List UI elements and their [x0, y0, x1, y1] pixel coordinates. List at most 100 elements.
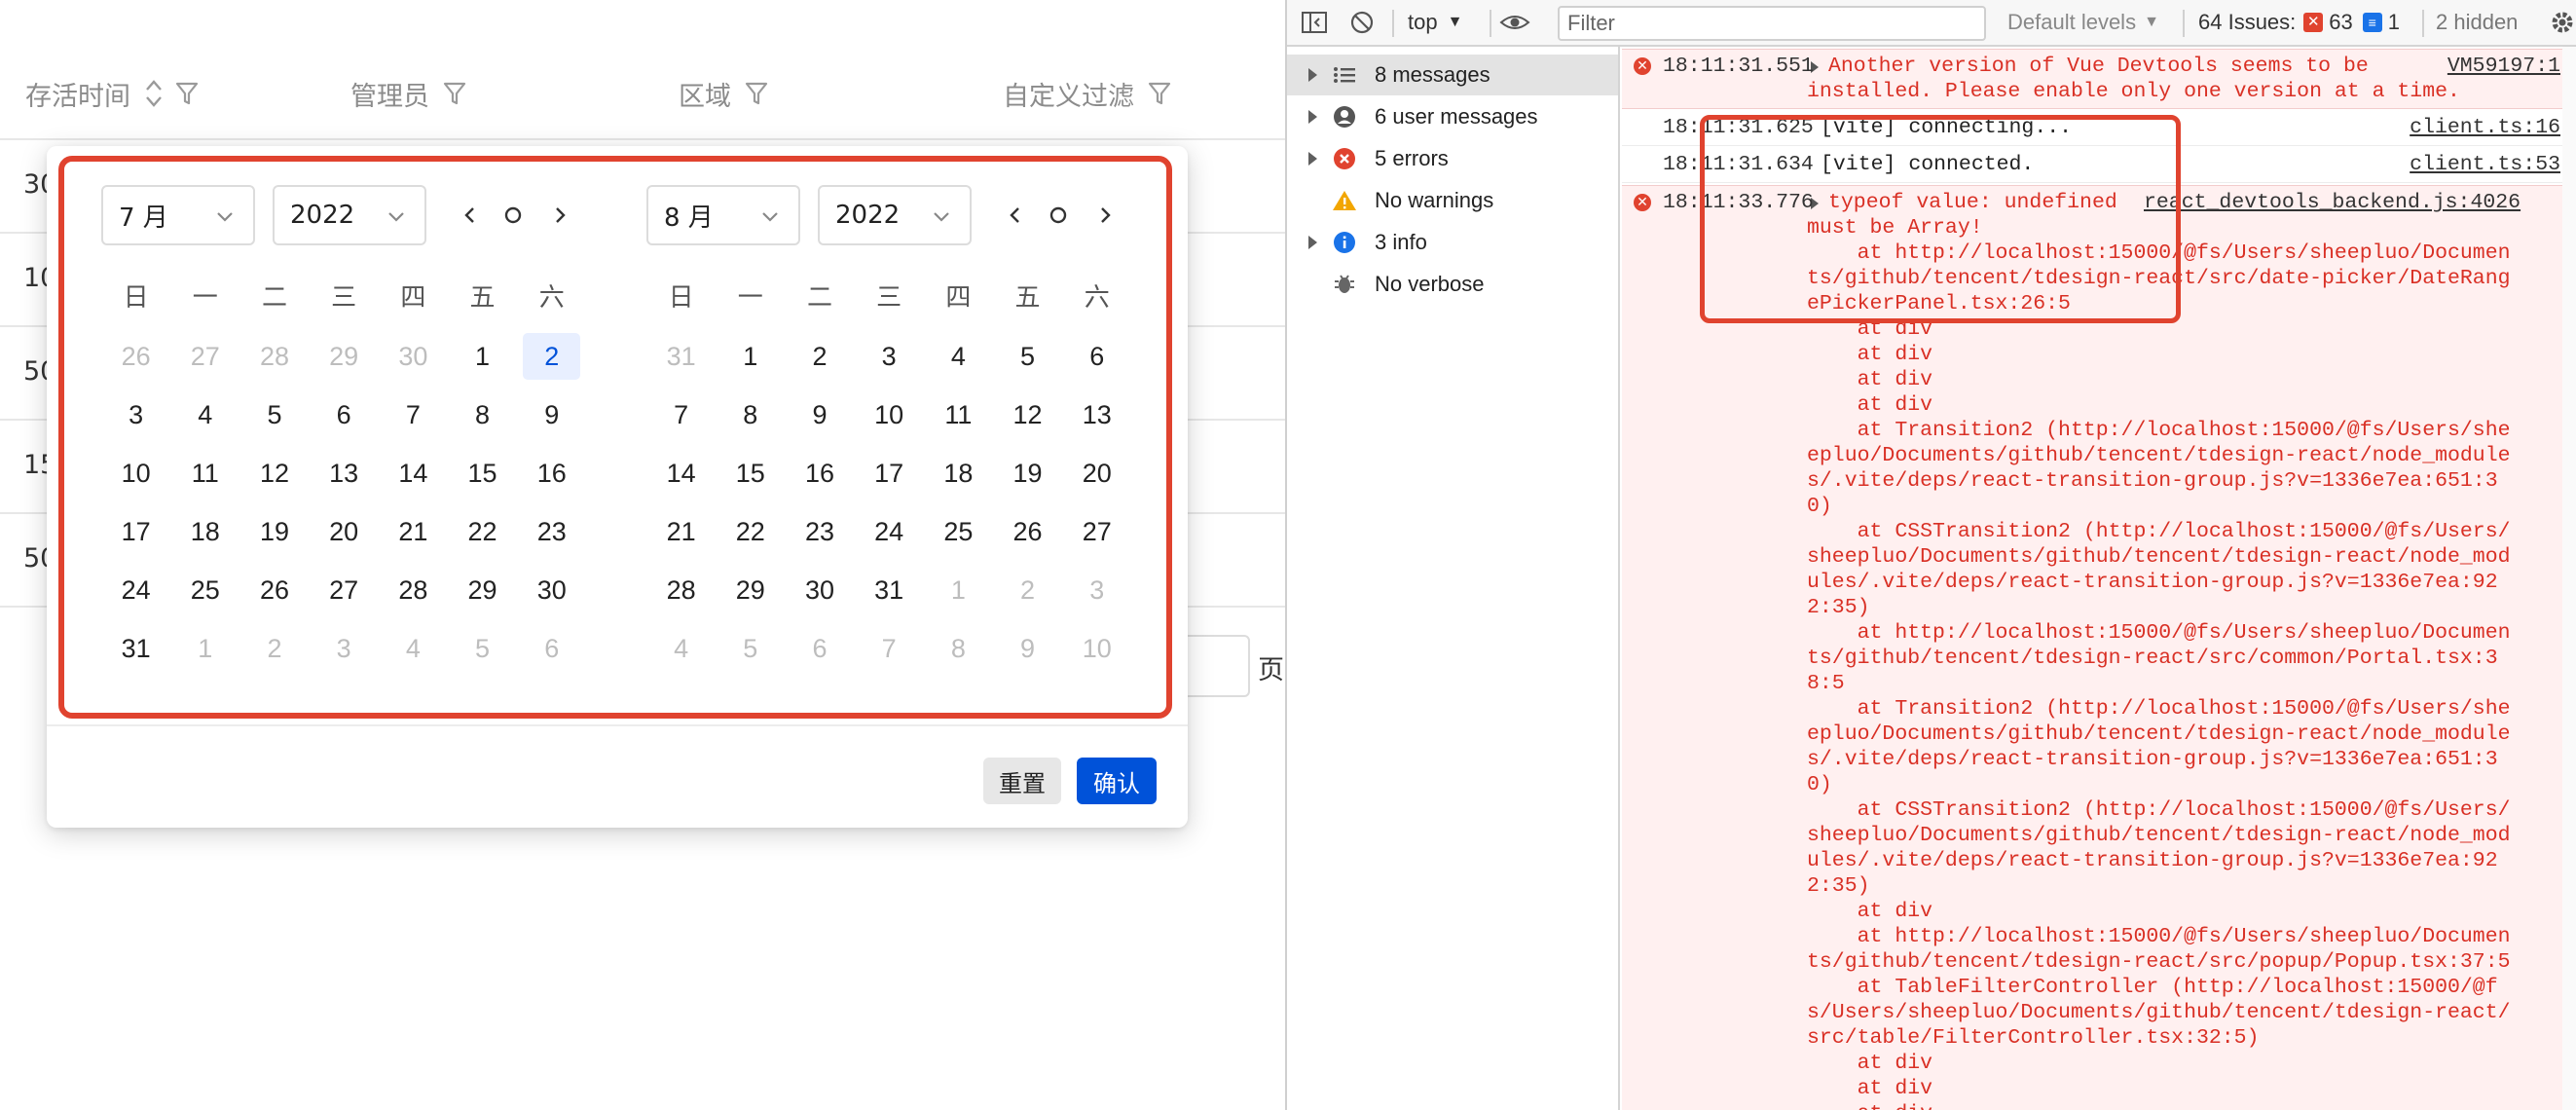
- day-cell[interactable]: 31: [107, 625, 165, 672]
- day-cell[interactable]: 19: [245, 508, 303, 555]
- sidebar-filter-warning[interactable]: No warnings: [1287, 180, 1618, 221]
- sidebar-filter-bug[interactable]: No verbose: [1287, 264, 1618, 305]
- filter-icon[interactable]: [443, 80, 466, 107]
- day-cell[interactable]: 26: [245, 567, 303, 613]
- day-cell[interactable]: 15: [721, 450, 779, 497]
- console-filter-input[interactable]: Filter: [1558, 6, 1986, 41]
- filter-icon[interactable]: [745, 80, 768, 107]
- column-header-custom-filter[interactable]: 自定义过滤: [1003, 74, 1171, 113]
- day-cell[interactable]: 1: [454, 333, 511, 380]
- log-levels-select[interactable]: Default levels ▼: [2007, 0, 2159, 45]
- context-select[interactable]: top ▼: [1408, 0, 1462, 45]
- expand-arrow-icon[interactable]: [1308, 152, 1317, 166]
- day-cell[interactable]: 15: [454, 450, 511, 497]
- day-cell[interactable]: 10: [1068, 625, 1125, 672]
- day-cell[interactable]: 30: [385, 333, 442, 380]
- day-cell[interactable]: 23: [791, 508, 848, 555]
- day-cell[interactable]: 31: [861, 567, 918, 613]
- message-text-line[interactable]: at CSSTransition2 (http://localhost:1500…: [1807, 798, 2511, 822]
- day-cell[interactable]: 25: [930, 508, 987, 555]
- console-error-message[interactable]: ✕ 18:11:33.776 typeof value: undefined must…: [1622, 185, 2576, 1110]
- message-text-line[interactable]: at http://localhost:15000/@fs/Users/shee…: [1807, 241, 2511, 265]
- day-cell[interactable]: 7: [385, 391, 442, 438]
- day-cell[interactable]: 17: [107, 508, 165, 555]
- day-cell[interactable]: 16: [791, 450, 848, 497]
- console-scrollbar[interactable]: [2562, 47, 2576, 1110]
- sidebar-filter-info[interactable]: 3 info: [1287, 222, 1618, 263]
- day-cell[interactable]: 1: [176, 625, 234, 672]
- day-cell[interactable]: 5: [245, 391, 303, 438]
- message-text-line[interactable]: at CSSTransition2 (http://localhost:1500…: [1807, 520, 2511, 543]
- day-cell[interactable]: 8: [930, 625, 987, 672]
- day-cell[interactable]: 21: [385, 508, 442, 555]
- day-cell[interactable]: 9: [999, 625, 1056, 672]
- day-cell[interactable]: 18: [930, 450, 987, 497]
- day-cell[interactable]: 1: [930, 567, 987, 613]
- day-cell[interactable]: 2: [245, 625, 303, 672]
- day-cell[interactable]: 30: [791, 567, 848, 613]
- day-cell[interactable]: 9: [791, 391, 848, 438]
- day-cell[interactable]: 10: [107, 450, 165, 497]
- reset-button[interactable]: 重置: [983, 758, 1061, 804]
- day-cell[interactable]: 21: [652, 508, 710, 555]
- console-log-message[interactable]: 18:11:31.634 [vite] connected. client.ts:5…: [1622, 148, 2576, 183]
- day-cell[interactable]: 3: [107, 391, 165, 438]
- day-cell[interactable]: 20: [1068, 450, 1125, 497]
- today-button[interactable]: [1044, 199, 1073, 232]
- month-select[interactable]: 8 月: [646, 185, 800, 245]
- day-cell[interactable]: 28: [245, 333, 303, 380]
- day-cell[interactable]: 1: [721, 333, 779, 380]
- day-cell[interactable]: 11: [176, 450, 234, 497]
- day-cell[interactable]: 20: [315, 508, 373, 555]
- day-cell[interactable]: 5: [454, 625, 511, 672]
- day-cell[interactable]: 13: [1068, 391, 1125, 438]
- sort-icon[interactable]: [144, 80, 167, 107]
- day-cell[interactable]: 4: [176, 391, 234, 438]
- year-select[interactable]: 2022: [818, 185, 972, 245]
- source-link[interactable]: client.ts:53: [2410, 153, 2560, 176]
- day-cell-selected[interactable]: 2: [523, 333, 581, 380]
- column-header-admin[interactable]: 管理员: [350, 74, 466, 113]
- day-cell[interactable]: 28: [385, 567, 442, 613]
- day-cell[interactable]: 29: [721, 567, 779, 613]
- day-cell[interactable]: 29: [315, 333, 373, 380]
- day-cell[interactable]: 30: [523, 567, 580, 613]
- message-text-line[interactable]: at http://localhost:15000/@fs/Users/shee…: [1807, 925, 2511, 948]
- day-cell[interactable]: 17: [861, 450, 918, 497]
- day-cell[interactable]: 28: [652, 567, 710, 613]
- day-cell[interactable]: 2: [791, 333, 848, 380]
- day-cell[interactable]: 3: [861, 333, 918, 380]
- day-cell[interactable]: 4: [930, 333, 987, 380]
- day-cell[interactable]: 24: [861, 508, 918, 555]
- day-cell[interactable]: 24: [107, 567, 165, 613]
- prev-month-button[interactable]: [1001, 199, 1030, 232]
- day-cell[interactable]: 31: [652, 333, 710, 380]
- day-cell[interactable]: 16: [523, 450, 580, 497]
- day-cell[interactable]: 29: [454, 567, 511, 613]
- day-cell[interactable]: 14: [385, 450, 442, 497]
- eye-icon[interactable]: [1499, 0, 1530, 45]
- message-text-line[interactable]: at Transition2 (http://localhost:15000/@…: [1807, 419, 2511, 442]
- expand-arrow-icon[interactable]: [1308, 110, 1317, 124]
- day-cell[interactable]: 27: [176, 333, 234, 380]
- expand-arrow-icon[interactable]: [1308, 68, 1317, 82]
- confirm-button[interactable]: 确认: [1077, 758, 1157, 804]
- source-link[interactable]: react_devtools_backend.js:4026: [2144, 191, 2521, 214]
- console-log-message[interactable]: 18:11:31.625 [vite] connecting... client.t…: [1622, 111, 2576, 146]
- message-text-line[interactable]: at TableFilterController (http://localho…: [1807, 976, 2498, 999]
- day-cell[interactable]: 3: [315, 625, 373, 672]
- console-error-message[interactable]: ✕ 18:11:31.551 Another version of Vue Devt…: [1622, 49, 2576, 109]
- day-cell[interactable]: 6: [791, 625, 848, 672]
- day-cell[interactable]: 7: [652, 391, 710, 438]
- day-cell[interactable]: 13: [315, 450, 373, 497]
- day-cell[interactable]: 11: [930, 391, 987, 438]
- next-month-button[interactable]: [1090, 199, 1120, 232]
- day-cell[interactable]: 8: [454, 391, 511, 438]
- day-cell[interactable]: 5: [721, 625, 779, 672]
- expand-arrow-icon[interactable]: [1308, 236, 1317, 249]
- source-link[interactable]: client.ts:16: [2410, 116, 2560, 139]
- day-cell[interactable]: 18: [176, 508, 234, 555]
- day-cell[interactable]: 14: [652, 450, 710, 497]
- day-cell[interactable]: 5: [999, 333, 1056, 380]
- prev-month-button[interactable]: [456, 199, 485, 232]
